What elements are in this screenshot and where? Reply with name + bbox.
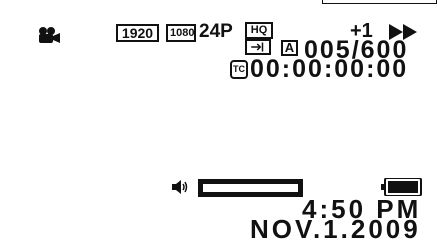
timecode-readout: 00:00:00:00 — [250, 55, 409, 83]
arrow-into-box-icon — [245, 39, 271, 55]
movie-camera-icon — [39, 27, 60, 43]
quality-badge: HQ — [245, 22, 273, 39]
resolution-1080-badge: 1080 — [166, 24, 196, 42]
clock-date: NOV.1.2009 — [250, 214, 421, 244]
volume-level-fill — [203, 184, 298, 192]
top-border-indicator — [322, 0, 437, 4]
speaker-volume-icon — [172, 180, 188, 194]
camcorder-playback-screen: 1920 1080 24P HQ +1 A 005/600 TC 00:00:0… — [0, 0, 437, 247]
volume-level-bar — [198, 179, 303, 197]
resolution-1920-badge: 1920 — [116, 24, 159, 42]
timecode-icon: TC — [230, 60, 248, 79]
frame-rate-label: 24P — [199, 21, 233, 42]
card-slot-badge: A — [281, 40, 298, 56]
